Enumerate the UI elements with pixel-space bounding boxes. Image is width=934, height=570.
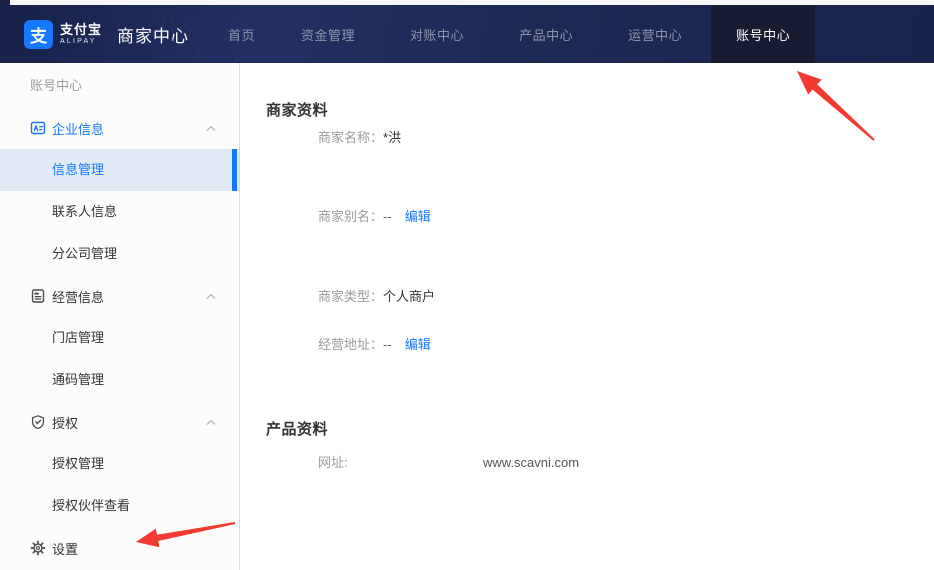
shield-check-icon	[30, 414, 46, 430]
field-label: 网址:	[318, 455, 348, 470]
sidebar-item-label: 授权伙伴查看	[52, 498, 130, 513]
edit-address-link[interactable]: 编辑	[405, 337, 431, 352]
sidebar-group-business-info[interactable]: 经营信息	[0, 275, 239, 317]
field-business-address: 经营地址：-- 编辑	[318, 335, 431, 355]
chevron-up-icon[interactable]	[205, 416, 217, 434]
sidebar-group-label: 经营信息	[52, 287, 104, 306]
sidebar-item-label: 门店管理	[52, 330, 104, 345]
nav-item-account-center[interactable]: 账号中心	[711, 5, 815, 63]
section-title-product-profile: 产品资料	[266, 418, 328, 439]
brand-name-en: ALIPAY	[60, 38, 102, 45]
sidebar-item-authorized-partner-view[interactable]: 授权伙伴查看	[0, 485, 239, 527]
field-website: 网址:www.scavni.com	[318, 453, 348, 473]
sidebar-item-label: 分公司管理	[52, 246, 117, 261]
brand: 支 支付宝 ALIPAY 商家中心	[0, 5, 189, 63]
chevron-up-icon[interactable]	[205, 290, 217, 308]
field-merchant-alias: 商家别名：-- 编辑	[318, 207, 431, 227]
app-title: 商家中心	[117, 22, 189, 47]
sidebar-item-label: 通码管理	[52, 372, 104, 387]
field-merchant-type: 商家类型：个人商户	[318, 287, 435, 307]
sidebar-item-code-management[interactable]: 通码管理	[0, 359, 239, 401]
edit-alias-link[interactable]: 编辑	[405, 209, 431, 224]
field-merchant-name: 商家名称：*洪	[318, 128, 401, 148]
document-icon	[30, 288, 46, 304]
sidebar-item-label: 设置	[52, 539, 78, 558]
sidebar: 账号中心 企业信息 信息管理 联系人信息 分公司管理	[0, 63, 240, 570]
field-value: --	[383, 209, 392, 224]
sidebar-title: 账号中心	[0, 63, 239, 107]
nav-item-operations[interactable]: 运营中心	[628, 5, 682, 63]
sidebar-group-label: 企业信息	[52, 119, 104, 138]
sidebar-item-info-management[interactable]: 信息管理	[0, 149, 239, 191]
sidebar-item-contact-info[interactable]: 联系人信息	[0, 191, 239, 233]
sidebar-item-label: 授权管理	[52, 456, 104, 471]
main-content: 商家资料 商家名称：*洪 商家别名：--编辑 商家类型：个人商户 经营地址：--…	[240, 63, 934, 570]
alipay-logo-icon[interactable]: 支	[24, 20, 53, 49]
sidebar-group-label: 授权	[52, 413, 78, 432]
nav-item-home[interactable]: 首页	[228, 5, 255, 63]
sidebar-item-label: 联系人信息	[52, 204, 117, 219]
section-title-merchant-profile: 商家资料	[266, 99, 328, 120]
chevron-up-icon[interactable]	[205, 122, 217, 140]
nav-item-reconciliation[interactable]: 对账中心	[410, 5, 464, 63]
brand-name-cn: 支付宝	[60, 23, 102, 36]
field-label: 商家类型：	[318, 289, 383, 304]
field-value: www.scavni.com	[483, 453, 579, 473]
top-navbar: 支 支付宝 ALIPAY 商家中心 首页 资金管理 对账中心 产品中心 运营中心…	[0, 5, 934, 63]
primary-nav: 首页 资金管理 对账中心 产品中心 运营中心 账号中心	[228, 5, 815, 63]
sidebar-group-authorization[interactable]: 授权	[0, 401, 239, 443]
sidebar-item-settings[interactable]: 设置	[0, 527, 239, 569]
alipay-logo-glyph: 支	[30, 22, 47, 47]
sidebar-item-authorization-management[interactable]: 授权管理	[0, 443, 239, 485]
field-value: 个人商户	[383, 289, 435, 304]
nav-item-funds[interactable]: 资金管理	[301, 5, 355, 63]
nav-item-products[interactable]: 产品中心	[519, 5, 573, 63]
gear-icon	[30, 540, 46, 556]
sidebar-item-branch-management[interactable]: 分公司管理	[0, 233, 239, 275]
sidebar-item-store-management[interactable]: 门店管理	[0, 317, 239, 359]
field-label: 商家别名：	[318, 209, 383, 224]
id-card-icon	[30, 120, 46, 136]
field-label: 商家名称：	[318, 130, 383, 145]
field-value: --	[383, 337, 392, 352]
brand-text: 支付宝 ALIPAY	[60, 23, 102, 45]
active-indicator-bar	[232, 149, 237, 191]
field-label: 经营地址：	[318, 337, 383, 352]
sidebar-item-label: 信息管理	[52, 162, 104, 177]
field-value: *洪	[383, 130, 401, 145]
sidebar-group-company-info[interactable]: 企业信息	[0, 107, 239, 149]
